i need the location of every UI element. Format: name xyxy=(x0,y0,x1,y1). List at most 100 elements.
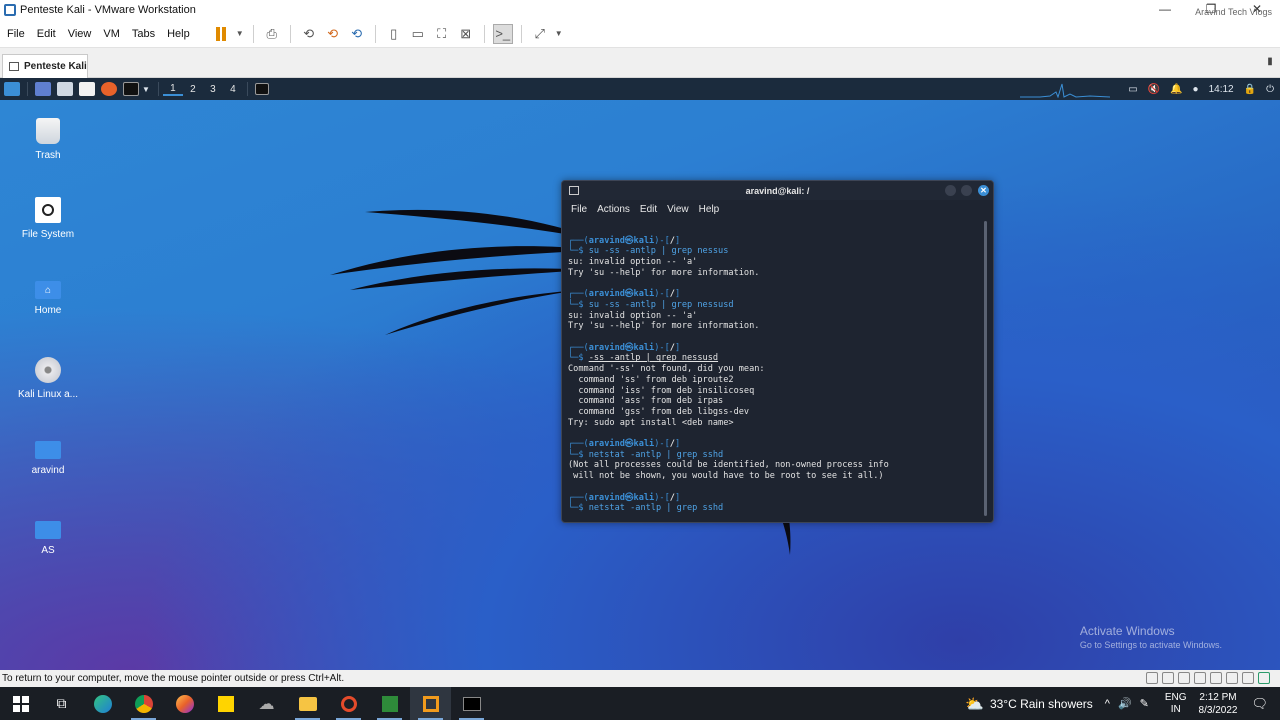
snapshot-icon[interactable]: ⟲ xyxy=(299,24,319,44)
minimize-button[interactable]: — xyxy=(1142,0,1188,20)
terminal-menu-help[interactable]: Help xyxy=(699,204,720,215)
printer-status-icon[interactable] xyxy=(1226,672,1238,684)
thumbnail-bar-icon[interactable]: ▭ xyxy=(408,24,428,44)
message-log-icon[interactable] xyxy=(1258,672,1270,684)
launcher-dropdown-icon[interactable]: ▼ xyxy=(142,85,150,94)
terminal-menu-actions[interactable]: Actions xyxy=(597,204,630,215)
terminal-menu-view[interactable]: View xyxy=(667,204,689,215)
terminal-menu-file[interactable]: File xyxy=(571,204,587,215)
workspace-3[interactable]: 3 xyxy=(203,84,223,95)
desktop-icon-file-system[interactable]: File System xyxy=(3,197,93,240)
volume-icon[interactable]: 🔊 xyxy=(1118,697,1132,710)
terminal-launcher-icon[interactable] xyxy=(123,82,139,96)
workspace-1[interactable]: 1 xyxy=(162,83,183,96)
activate-title: Activate Windows xyxy=(1079,624,1175,638)
sound-status-icon[interactable] xyxy=(1210,672,1222,684)
full-screen-icon[interactable]: ⛶ xyxy=(432,24,452,44)
workspace-4[interactable]: 4 xyxy=(223,84,243,95)
terminal-output-line: su: invalid option -- 'a' xyxy=(568,310,698,321)
menu-vm[interactable]: VM xyxy=(98,28,125,40)
terminal-close-button[interactable]: ✕ xyxy=(978,185,989,196)
pen-icon[interactable]: ✎ xyxy=(1140,697,1149,710)
terminal-window-button-icon[interactable] xyxy=(254,83,269,95)
toolbar-separator xyxy=(289,24,291,43)
terminal-titlebar[interactable]: aravind@kali: / ✕ xyxy=(562,181,993,200)
unity-icon[interactable]: ⊠ xyxy=(456,24,476,44)
task-view-button[interactable]: ⧉ xyxy=(41,687,82,720)
desktop-icon-trash[interactable]: Trash xyxy=(3,118,93,161)
file-manager-icon[interactable] xyxy=(57,82,73,96)
taskbar-vmware[interactable] xyxy=(410,687,451,720)
pause-icon xyxy=(215,26,226,41)
network-status-icon[interactable] xyxy=(1178,672,1190,684)
terminal-window[interactable]: aravind@kali: / ✕ File Actions Edit View… xyxy=(561,180,994,523)
panel-clock[interactable]: 14:12 xyxy=(1209,84,1234,95)
taskbar-file-explorer[interactable] xyxy=(287,687,328,720)
taskbar-terminal[interactable] xyxy=(451,687,492,720)
snapshot-manager-icon[interactable]: ⟲ xyxy=(347,24,367,44)
taskbar-recorder[interactable] xyxy=(328,687,369,720)
pause-vm-button[interactable] xyxy=(211,24,231,44)
sticky-notes-icon xyxy=(217,695,234,712)
cd-status-icon[interactable] xyxy=(1162,672,1174,684)
screen-icon[interactable]: ▭ xyxy=(1128,84,1137,95)
weather-icon: ⛅ xyxy=(965,695,984,713)
vm-tab-icon xyxy=(9,62,19,71)
menu-file[interactable]: File xyxy=(2,28,30,40)
logout-icon[interactable]: ⏻ xyxy=(1266,84,1274,95)
taskbar-chrome[interactable] xyxy=(123,687,164,720)
menu-view[interactable]: View xyxy=(63,28,97,40)
tab-scroll-icon[interactable]: ▮ xyxy=(1264,56,1276,72)
revert-snapshot-icon[interactable]: ⟲ xyxy=(323,24,343,44)
terminal-scrollbar[interactable] xyxy=(984,221,987,516)
start-button[interactable] xyxy=(0,687,41,720)
desktop-icon-as[interactable]: AS xyxy=(3,517,93,556)
show-hidden-icons-icon[interactable]: ^ xyxy=(1105,698,1110,710)
show-desktop-icon[interactable] xyxy=(35,82,51,96)
send-ctrl-alt-del-icon[interactable]: ⎙ xyxy=(262,24,282,44)
console-view-icon[interactable]: >_ xyxy=(492,23,513,44)
notifications-icon[interactable]: 🗨 xyxy=(1251,696,1268,712)
terminal-minimize-button[interactable] xyxy=(945,185,956,196)
taskbar-app-6[interactable]: ☁ xyxy=(246,687,287,720)
usb-status-icon[interactable] xyxy=(1194,672,1206,684)
power-status-icon[interactable]: ● xyxy=(1193,84,1199,95)
display-status-icon[interactable] xyxy=(1242,672,1254,684)
tab-penteste-kali[interactable]: Penteste Kali xyxy=(2,54,88,78)
pause-dropdown-icon[interactable]: ▼ xyxy=(235,24,245,44)
terminal-maximize-button[interactable] xyxy=(961,185,972,196)
firefox-icon[interactable] xyxy=(101,82,117,96)
desktop-icon-aravind[interactable]: aravind xyxy=(3,437,93,476)
taskbar-clock[interactable]: 2:12 PM 8/3/2022 xyxy=(1199,691,1238,717)
language-indicator[interactable]: ENG IN xyxy=(1165,692,1187,716)
taskbar-sticky-notes[interactable] xyxy=(205,687,246,720)
activate-windows-watermark: Activate Windows Go to Settings to activ… xyxy=(1080,624,1222,650)
weather-widget[interactable]: ⛅ 33°C Rain showers xyxy=(965,695,1093,713)
kali-desktop[interactable]: Trash File System ⌂ Home Kali Linux a...… xyxy=(0,100,1280,670)
taskbar-firefox[interactable] xyxy=(164,687,205,720)
stretch-guest-icon[interactable]: ⤢ xyxy=(530,24,550,44)
terminal-output[interactable]: ┌──(aravind㉿kali)-[/] └─$ su -ss -antlp |… xyxy=(562,219,993,522)
vmware-statusbar: To return to your computer, move the mou… xyxy=(0,670,1280,687)
menu-tabs[interactable]: Tabs xyxy=(127,28,160,40)
desktop-icon-home[interactable]: ⌂ Home xyxy=(3,277,93,316)
kali-menu-icon[interactable] xyxy=(4,82,20,96)
lock-screen-icon[interactable]: 🔒 xyxy=(1244,84,1256,95)
menu-edit[interactable]: Edit xyxy=(32,28,61,40)
taskbar-edge[interactable] xyxy=(82,687,123,720)
stretch-dropdown-icon[interactable]: ▼ xyxy=(554,24,564,44)
mute-icon[interactable]: 🔇 xyxy=(1148,84,1160,95)
terminal-current-command[interactable]: └─$ netstat -antlp | grep sshd xyxy=(568,503,987,514)
notification-bell-icon[interactable]: 🔔 xyxy=(1170,84,1182,95)
hdd-status-icon[interactable] xyxy=(1146,672,1158,684)
workspace-2[interactable]: 2 xyxy=(183,84,203,95)
desktop-icon-label: File System xyxy=(21,229,75,240)
desktop-icon-kali-disc[interactable]: Kali Linux a... xyxy=(3,357,93,400)
menu-help[interactable]: Help xyxy=(162,28,195,40)
terminal-menu-edit[interactable]: Edit xyxy=(640,204,657,215)
vmware-menubar: File Edit View VM Tabs Help ▼ ⎙ ⟲ ⟲ ⟲ ▯ … xyxy=(0,20,1280,48)
network-graph-icon xyxy=(1020,83,1110,98)
text-editor-icon[interactable] xyxy=(79,82,95,96)
taskbar-spreadsheet[interactable] xyxy=(369,687,410,720)
library-view-icon[interactable]: ▯ xyxy=(384,24,404,44)
